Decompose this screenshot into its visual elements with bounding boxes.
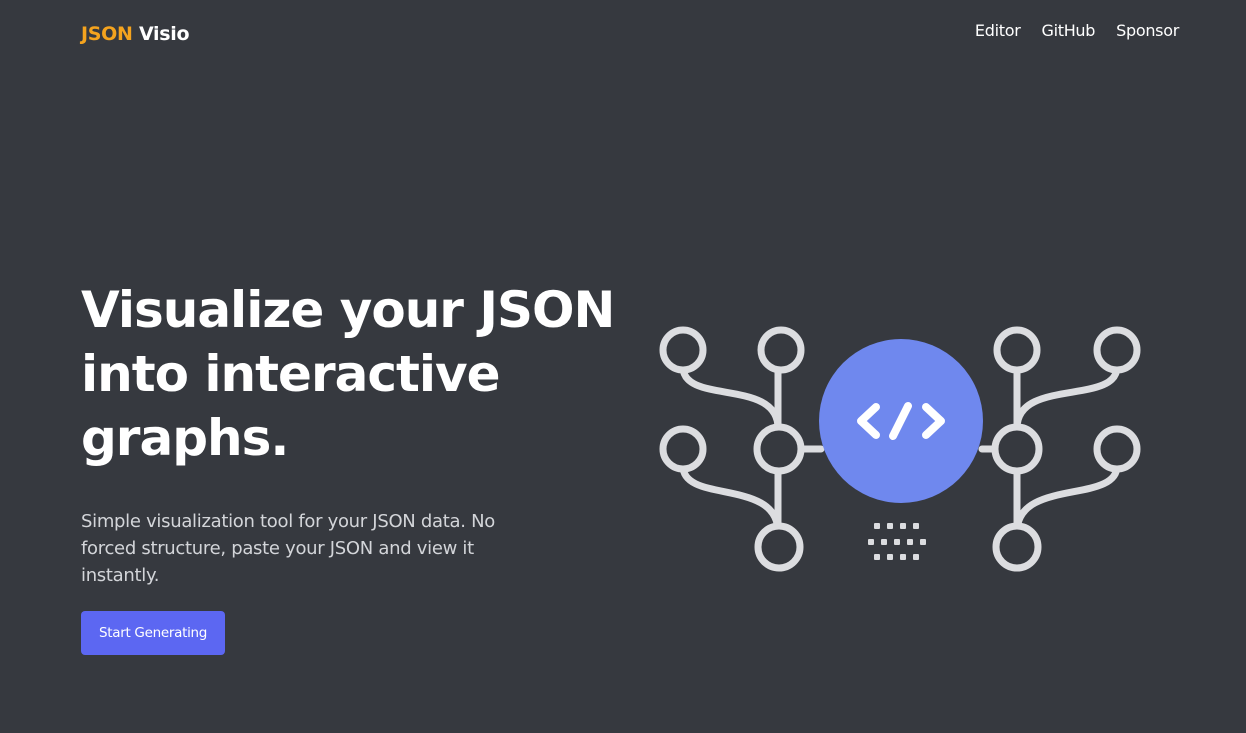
hero-subtitle: Simple visualization tool for your JSON … [81, 508, 551, 589]
connector-line [679, 462, 782, 536]
nav-links: Editor GitHub Sponsor [975, 20, 1179, 42]
hero-subtitle-line: forced structure, paste your JSON and vi… [81, 538, 474, 559]
graph-node [1093, 425, 1141, 473]
connector-line [1013, 363, 1121, 432]
graph-node [659, 326, 707, 374]
graph-node [754, 522, 804, 572]
hero-subtitle-line: Simple visualization tool for your JSON … [81, 511, 495, 532]
brand-logo-text: Visio [138, 23, 190, 45]
start-generating-button[interactable]: Start Generating [81, 611, 225, 655]
dots-grid-icon [868, 523, 926, 560]
hero-title: Visualize your JSON into interactive gra… [81, 278, 615, 470]
nav-link-github[interactable]: GitHub [1041, 20, 1095, 42]
nav-link-editor[interactable]: Editor [975, 20, 1021, 42]
brand-logo-accent: JSON [81, 23, 133, 45]
graph-node [991, 423, 1043, 475]
graph-node [659, 425, 707, 473]
graph-node [757, 326, 805, 374]
graph-node [992, 522, 1042, 572]
hero-subtitle-line: instantly. [81, 565, 160, 586]
graph-node [753, 423, 805, 475]
hero-title-line: Visualize your JSON [81, 281, 615, 339]
hero-title-line: graphs. [81, 409, 289, 467]
connector-line [1013, 462, 1121, 536]
hero-title-line: into interactive [81, 345, 501, 403]
graph-node [993, 326, 1041, 374]
code-tree-graph-icon [640, 310, 1160, 600]
nav-link-sponsor[interactable]: Sponsor [1116, 20, 1179, 42]
connector-line [679, 363, 782, 432]
tree-graph-illustration [659, 326, 1141, 572]
graph-node [1093, 326, 1141, 374]
brand-logo[interactable]: JSON Visio [81, 22, 190, 46]
top-navbar: JSON Visio Editor GitHub Sponsor [0, 0, 1246, 68]
